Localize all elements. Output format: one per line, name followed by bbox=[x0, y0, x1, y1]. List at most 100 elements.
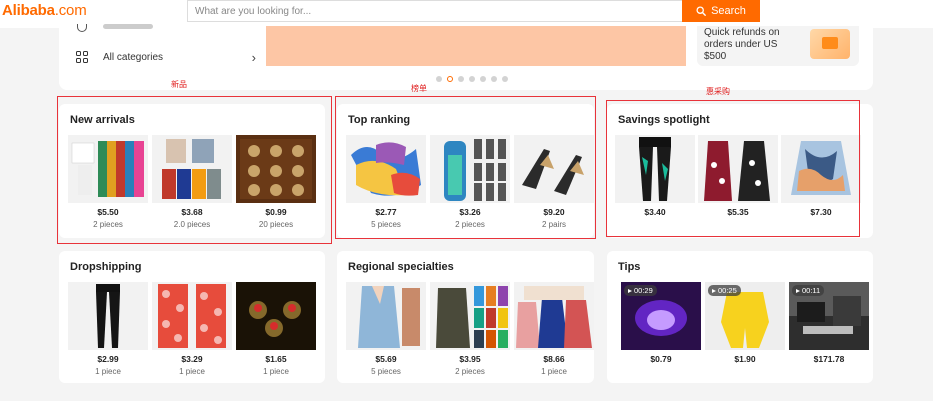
product-price: $5.69 bbox=[375, 354, 397, 364]
product-price: $8.66 bbox=[543, 354, 565, 364]
product-image bbox=[430, 282, 510, 350]
product-price: $2.77 bbox=[375, 207, 397, 217]
product-image bbox=[68, 282, 148, 350]
product-card[interactable]: $3.95 2 pieces bbox=[430, 282, 510, 382]
product-moq: 2 pieces bbox=[455, 220, 485, 229]
video-duration: 00:29 bbox=[624, 285, 657, 296]
product-card[interactable]: $5.69 5 pieces bbox=[346, 282, 426, 382]
product-card[interactable]: $3.40 bbox=[615, 135, 695, 235]
video-duration: 00:11 bbox=[792, 285, 825, 296]
search-input[interactable] bbox=[188, 1, 682, 22]
annotation-deals: 惠采购 bbox=[706, 87, 730, 96]
product-card[interactable]: $0.99 20 pieces bbox=[236, 135, 316, 235]
video-thumbnail: 00:29 bbox=[621, 282, 701, 350]
product-price: $9.20 bbox=[543, 207, 565, 217]
video-duration: 00:25 bbox=[708, 285, 741, 296]
product-moq: 1 piece bbox=[541, 367, 567, 376]
regional-specialties-card: Regional specialties $5.69 5 pieces $3.9… bbox=[337, 251, 594, 383]
product-price: $3.40 bbox=[644, 207, 666, 217]
product-price: $171.78 bbox=[813, 354, 845, 364]
refund-image bbox=[810, 29, 850, 59]
carousel-dots bbox=[436, 76, 508, 82]
product-price: $5.50 bbox=[97, 207, 119, 217]
product-image bbox=[152, 282, 232, 350]
product-card[interactable]: $7.30 bbox=[781, 135, 861, 235]
product-card[interactable]: $5.35 bbox=[698, 135, 778, 235]
carousel-dot-active[interactable] bbox=[447, 76, 453, 82]
carousel-dot[interactable] bbox=[469, 76, 475, 82]
product-price: $3.68 bbox=[181, 207, 203, 217]
product-image bbox=[514, 282, 594, 350]
logo-suffix: .com bbox=[54, 2, 87, 19]
carousel-dot[interactable] bbox=[491, 76, 497, 82]
play-icon bbox=[712, 288, 716, 293]
product-price: $0.99 bbox=[265, 207, 287, 217]
product-image bbox=[698, 135, 778, 203]
product-image bbox=[152, 135, 232, 203]
product-image bbox=[781, 135, 861, 203]
section-title[interactable]: Tips bbox=[618, 261, 640, 273]
refund-promo[interactable]: Quick refunds on orders under US $500 bbox=[697, 26, 859, 66]
video-card[interactable]: 00:29 $0.79 bbox=[621, 282, 701, 382]
product-card[interactable]: $9.20 2 pairs bbox=[514, 135, 594, 235]
product-moq: 5 pieces bbox=[371, 367, 401, 376]
product-price: $2.99 bbox=[97, 354, 119, 364]
video-thumbnail: 00:11 bbox=[789, 282, 869, 350]
product-card[interactable]: $8.66 1 piece bbox=[514, 282, 594, 382]
product-price: $3.26 bbox=[459, 207, 481, 217]
section-title[interactable]: Top ranking bbox=[348, 114, 410, 126]
product-moq: 2 pieces bbox=[455, 367, 485, 376]
section-title[interactable]: Savings spotlight bbox=[618, 114, 710, 126]
search-icon bbox=[696, 6, 706, 16]
product-moq: 2 pairs bbox=[541, 220, 566, 229]
carousel-dot[interactable] bbox=[436, 76, 442, 82]
tips-card: Tips 00:29 $0.79 00:25 $1.90 00:11 $171.… bbox=[607, 251, 873, 383]
product-price: $3.29 bbox=[181, 354, 203, 364]
video-card[interactable]: 00:11 $171.78 bbox=[789, 282, 869, 382]
search-button[interactable]: Search bbox=[682, 0, 760, 22]
product-image bbox=[346, 135, 426, 203]
chevron-right-icon: › bbox=[251, 49, 256, 65]
video-card[interactable]: 00:25 $1.90 bbox=[705, 282, 785, 382]
play-icon bbox=[628, 288, 632, 293]
product-card[interactable]: $2.99 1 piece bbox=[68, 282, 148, 382]
hero-banner[interactable] bbox=[266, 26, 686, 66]
search-button-label: Search bbox=[711, 5, 746, 17]
product-card[interactable]: $3.68 2.0 pieces bbox=[152, 135, 232, 235]
carousel-dot[interactable] bbox=[458, 76, 464, 82]
section-title[interactable]: Regional specialties bbox=[348, 261, 454, 273]
all-categories-label: All categories bbox=[103, 51, 164, 63]
product-card[interactable]: $1.65 1 piece bbox=[236, 282, 316, 382]
dropshipping-card: Dropshipping $2.99 1 piece $3.29 1 piece… bbox=[59, 251, 325, 383]
product-moq: 20 pieces bbox=[258, 220, 294, 229]
section-title[interactable]: Dropshipping bbox=[70, 261, 142, 273]
section-title[interactable]: New arrivals bbox=[70, 114, 135, 126]
top-ranking-card: Top ranking $2.77 5 pieces $3.26 2 piece… bbox=[337, 104, 594, 238]
alibaba-logo[interactable]: Alibaba.com bbox=[2, 2, 87, 19]
product-card[interactable]: $3.26 2 pieces bbox=[430, 135, 510, 235]
product-image bbox=[514, 135, 594, 203]
search-box bbox=[187, 0, 682, 22]
product-price: $1.65 bbox=[265, 354, 287, 364]
logo-text: Alibaba bbox=[2, 2, 55, 19]
product-card[interactable]: $3.29 1 piece bbox=[152, 282, 232, 382]
product-card[interactable]: $5.50 2 pieces bbox=[68, 135, 148, 235]
new-arrivals-card: New arrivals $5.50 2 pieces $3.68 2.0 pi… bbox=[59, 104, 325, 238]
product-card[interactable]: $2.77 5 pieces bbox=[346, 135, 426, 235]
annotation-new: 新品 bbox=[171, 80, 187, 89]
product-price: $5.35 bbox=[727, 207, 749, 217]
product-moq: 1 piece bbox=[95, 367, 121, 376]
product-moq: 2 pieces bbox=[93, 220, 123, 229]
video-thumbnail: 00:25 bbox=[705, 282, 785, 350]
product-price: $1.90 bbox=[734, 354, 756, 364]
all-categories-link[interactable]: All categories › bbox=[76, 48, 256, 66]
product-moq: 5 pieces bbox=[371, 220, 401, 229]
product-price: $7.30 bbox=[810, 207, 832, 217]
carousel-dot[interactable] bbox=[480, 76, 486, 82]
play-icon bbox=[796, 288, 800, 293]
carousel-dot[interactable] bbox=[502, 76, 508, 82]
product-image bbox=[615, 135, 695, 203]
annotation-ranking: 榜单 bbox=[411, 84, 427, 93]
category-label-blurred bbox=[103, 24, 153, 29]
category-item-partial[interactable] bbox=[77, 24, 157, 32]
